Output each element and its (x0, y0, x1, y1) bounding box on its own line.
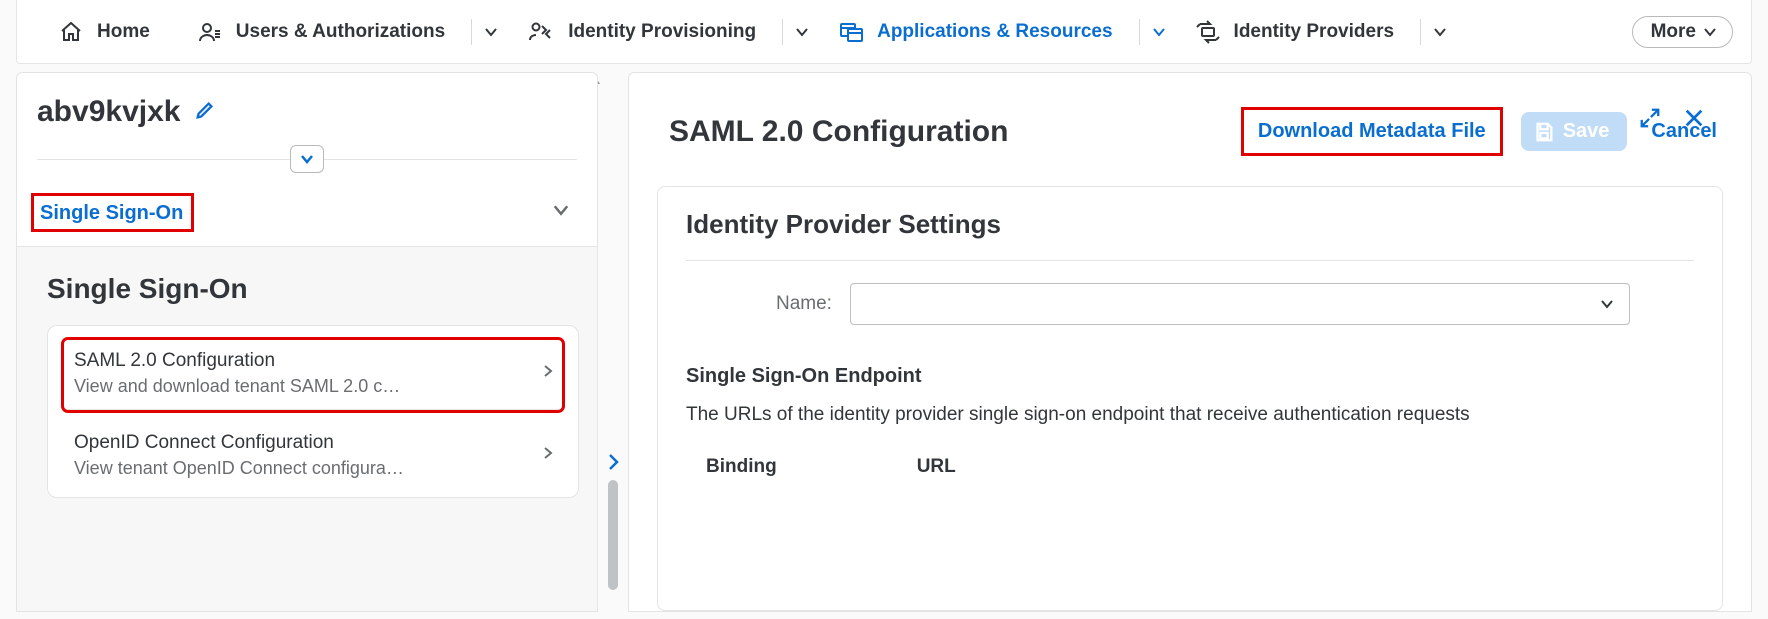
separator (1420, 19, 1421, 45)
home-icon (59, 20, 83, 44)
config-title: SAML 2.0 Configuration (74, 350, 400, 372)
close-icon[interactable] (1683, 107, 1705, 135)
users-icon (198, 20, 222, 44)
idp-icon (1196, 20, 1220, 44)
right-panel: SAML 2.0 Configuration Download Metadata… (628, 72, 1752, 612)
chevron-right-icon (540, 445, 556, 466)
config-title: OpenID Connect Configuration (74, 432, 404, 454)
nav-idp-dropdown[interactable] (1427, 19, 1453, 45)
nav-idp[interactable]: Identity Providers (1172, 20, 1419, 44)
sso-endpoint-desc: The URLs of the identity provider single… (686, 404, 1694, 426)
separator (1139, 19, 1140, 45)
th-url: URL (917, 456, 956, 478)
provisioning-icon (528, 20, 554, 44)
endpoint-table-header: Binding URL (686, 456, 1694, 478)
tenant-name: abv9kvjxk (37, 95, 180, 129)
save-button[interactable]: Save (1521, 112, 1628, 151)
nav-provisioning[interactable]: Identity Provisioning (504, 20, 780, 44)
config-card: SAML 2.0 Configuration View and download… (47, 325, 579, 498)
config-item-saml[interactable]: SAML 2.0 Configuration View and download… (64, 340, 562, 410)
chevron-right-icon (540, 363, 556, 384)
separator (471, 19, 472, 45)
chevron-down-icon (1599, 296, 1615, 312)
apps-icon (839, 20, 863, 44)
save-icon (1533, 121, 1555, 143)
name-label: Name: (776, 293, 832, 315)
collapse-toggle-button[interactable] (290, 145, 324, 173)
name-select[interactable] (850, 283, 1630, 325)
splitter-handle-icon[interactable] (606, 452, 620, 477)
nav-users[interactable]: Users & Authorizations (174, 20, 469, 44)
config-item-openid[interactable]: OpenID Connect Configuration View tenant… (64, 422, 562, 491)
nav-provisioning-dropdown[interactable] (789, 19, 815, 45)
sso-tab-label: Single Sign-On (40, 202, 183, 224)
separator (782, 19, 783, 45)
nav-more-label: More (1651, 21, 1696, 43)
config-desc: View and download tenant SAML 2.0 c… (74, 376, 400, 397)
nav-more-button[interactable]: More (1632, 16, 1733, 48)
splitter[interactable] (598, 72, 628, 612)
nav-apps[interactable]: Applications & Resources (815, 20, 1136, 44)
nav-home-label: Home (97, 21, 150, 43)
nav-idp-label: Identity Providers (1234, 21, 1395, 43)
expand-icon[interactable] (1639, 107, 1661, 135)
nav-users-dropdown[interactable] (478, 19, 504, 45)
download-metadata-link[interactable]: Download Metadata File (1241, 107, 1503, 156)
nav-apps-label: Applications & Resources (877, 21, 1112, 43)
sso-endpoint-title: Single Sign-On Endpoint (686, 365, 1694, 388)
th-binding: Binding (706, 456, 777, 478)
nav-home[interactable]: Home (35, 20, 174, 44)
nav-apps-dropdown[interactable] (1146, 19, 1172, 45)
page-title: SAML 2.0 Configuration (669, 115, 1008, 149)
nav-provisioning-label: Identity Provisioning (568, 21, 756, 43)
section-heading: Single Sign-On (47, 273, 579, 305)
idp-settings-heading: Identity Provider Settings (686, 209, 1694, 261)
splitter-thumb[interactable] (608, 480, 618, 590)
edit-icon[interactable] (194, 99, 216, 126)
top-nav: Home Users & Authorizations Identity Pro… (16, 0, 1752, 64)
left-panel: abv9kvjxk Single Sign-On Single Si (16, 72, 598, 612)
sso-tab[interactable]: Single Sign-On (17, 179, 597, 247)
save-label: Save (1563, 120, 1610, 143)
chevron-down-icon (551, 200, 571, 225)
workspace: abv9kvjxk Single Sign-On Single Si (16, 72, 1752, 612)
config-desc: View tenant OpenID Connect configura… (74, 458, 404, 479)
nav-users-label: Users & Authorizations (236, 21, 445, 43)
